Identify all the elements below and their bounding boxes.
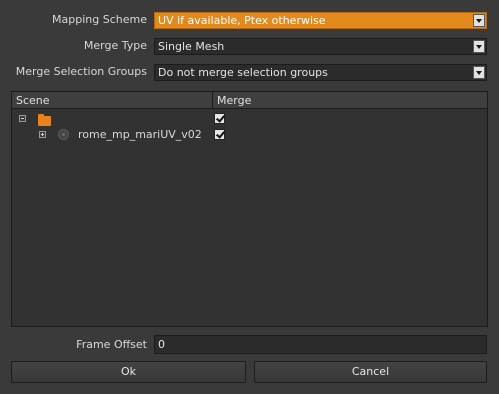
mapping-scheme-value: UV if available, Ptex otherwise <box>158 14 326 27</box>
mapping-scheme-label: Mapping Scheme <box>52 13 147 26</box>
merge-selection-groups-value: Do not merge selection groups <box>158 66 328 79</box>
merge-type-value: Single Mesh <box>158 40 225 53</box>
ok-button[interactable]: Ok <box>11 361 246 383</box>
merge-selection-groups-label: Merge Selection Groups <box>15 65 147 78</box>
expand-icon[interactable] <box>39 131 46 138</box>
mapping-scheme-dropdown[interactable]: UV if available, Ptex otherwise <box>154 12 487 29</box>
merge-selection-groups-dropdown[interactable]: Do not merge selection groups <box>154 64 487 81</box>
merge-type-dropdown[interactable]: Single Mesh <box>154 38 487 55</box>
column-header-merge[interactable]: Merge <box>213 92 487 109</box>
object-icon <box>58 129 69 140</box>
chevron-down-icon[interactable] <box>473 66 485 79</box>
column-header-scene[interactable]: Scene <box>12 92 213 109</box>
tree-row-name: rome_mp_mariUV_v02 <box>78 128 202 141</box>
folder-icon <box>38 114 51 126</box>
merge-type-label: Merge Type <box>83 39 147 52</box>
frame-offset-input[interactable] <box>155 336 486 353</box>
tree-row[interactable] <box>12 111 487 127</box>
collapse-icon[interactable] <box>19 115 26 122</box>
chevron-down-icon[interactable] <box>473 40 485 53</box>
frame-offset-label: Frame Offset <box>76 338 147 351</box>
cancel-button[interactable]: Cancel <box>254 361 487 383</box>
frame-offset-field[interactable] <box>154 335 487 354</box>
merge-checkbox[interactable] <box>214 113 225 124</box>
tree-row[interactable]: rome_mp_mariUV_v02 <box>12 127 487 143</box>
merge-checkbox[interactable] <box>214 129 225 140</box>
chevron-down-icon[interactable] <box>473 14 485 27</box>
scene-tree[interactable]: Scene Merge rome_mp_mariUV_v02 <box>11 91 488 327</box>
